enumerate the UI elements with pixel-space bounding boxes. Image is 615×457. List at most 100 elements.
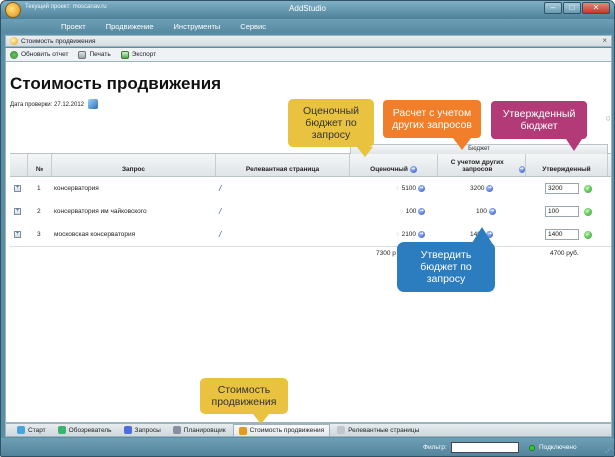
- with-others-arrow-icon[interactable]: ➜: [518, 166, 525, 173]
- document-tab-close-icon[interactable]: ×: [602, 36, 607, 45]
- row-query: консерватория: [54, 185, 99, 192]
- loading-icon: ◌: [400, 208, 404, 215]
- tab-scheduler[interactable]: Планировщик: [168, 424, 231, 436]
- tab-label: Стоимость продвижения: [249, 427, 325, 434]
- row-estimated: ◌ 5100 ➜: [396, 177, 426, 200]
- plus-icon[interactable]: +: [14, 231, 21, 238]
- row-approved: ✓: [545, 200, 592, 223]
- row-num: 3: [37, 231, 41, 238]
- apply-arrow-icon[interactable]: ➜: [418, 185, 426, 192]
- row-expand[interactable]: +: [14, 223, 21, 246]
- tab-label: Планировщик: [183, 426, 226, 434]
- approve-arrow-icon[interactable]: ➜: [488, 208, 496, 215]
- menu-bar: Проект Продвижение Инструменты Сервис: [1, 19, 614, 33]
- tab-label: Запросы: [134, 426, 161, 434]
- estimated-arrow-icon[interactable]: ➜: [409, 166, 417, 173]
- printer-icon: [78, 50, 87, 59]
- export-button[interactable]: Экспорт: [120, 50, 157, 59]
- window-controls: – □ ✕: [544, 2, 610, 14]
- callout-with-others: Расчет с учетом других запросов: [383, 100, 481, 138]
- row-estimated-value: 5100: [401, 185, 417, 192]
- row-with-others-value: 3200: [470, 185, 485, 192]
- check-icon[interactable]: ✓: [584, 184, 592, 193]
- scheduler-icon: [172, 426, 181, 434]
- row-expand[interactable]: +: [14, 200, 21, 223]
- with-others-header-label: С учетом других запросов: [450, 159, 504, 173]
- callout-estimated-budget: Оценочный бюджет по запросу: [288, 99, 374, 147]
- check-icon[interactable]: ✓: [584, 230, 592, 239]
- title-bar[interactable]: Текущий проект: moscanav.ru AddStudio – …: [1, 1, 614, 19]
- tab-queries[interactable]: Запросы: [119, 424, 166, 436]
- row-query: консерватория им чайковского: [54, 208, 147, 215]
- tab-relevant-pages[interactable]: Релевантные страницы: [332, 424, 424, 436]
- plus-icon[interactable]: +: [14, 208, 21, 215]
- toolbar: Обновить отчет Печать Экспорт: [5, 48, 612, 61]
- document-tab-label[interactable]: Стоимость продвижения: [21, 38, 96, 45]
- app-window: Текущий проект: moscanav.ru AddStudio – …: [0, 0, 615, 457]
- app-logo-icon[interactable]: [5, 2, 21, 18]
- filter-label: Фильтр:: [423, 444, 447, 451]
- approved-budget-input[interactable]: [545, 183, 579, 194]
- cost-icon: [238, 426, 247, 435]
- callout-approve-action: Утвердить бюджет по запросу: [397, 242, 495, 292]
- tab-cost[interactable]: Стоимость продвижения: [232, 424, 331, 436]
- total-approved: 4700 руб.: [550, 250, 579, 257]
- row-page-link[interactable]: /: [219, 177, 221, 200]
- menu-promotion[interactable]: Продвижение: [106, 22, 154, 31]
- row-with-others: 3200 ➜: [470, 177, 494, 200]
- table-row[interactable]: + 2 консерватория им чайковского / ◌ 100…: [10, 200, 611, 223]
- cost-table: Бюджет № Запрос Релевантная страница Оце…: [10, 144, 611, 260]
- approved-budget-input[interactable]: [545, 206, 579, 217]
- close-button[interactable]: ✕: [582, 2, 610, 14]
- check-icon[interactable]: ✓: [584, 207, 592, 216]
- page-title: Стоимость продвижения: [10, 74, 222, 93]
- start-icon: [17, 426, 25, 434]
- page-column-header[interactable]: Релевантная страница: [216, 154, 350, 177]
- row-num: 2: [37, 208, 41, 215]
- menu-project[interactable]: Проект: [61, 22, 86, 31]
- refresh-report-label: Обновить отчет: [21, 51, 69, 58]
- loading-icon: ◌: [396, 185, 400, 192]
- callout-tail: [566, 139, 582, 151]
- callout-cost-tab: Стоимость продвижения: [200, 378, 288, 414]
- apply-arrow-icon[interactable]: ➜: [418, 208, 426, 215]
- menu-tools[interactable]: Инструменты: [174, 22, 221, 31]
- resize-grip-icon[interactable]: ⋰: [605, 447, 611, 454]
- query-column-header[interactable]: Запрос: [52, 154, 216, 177]
- filter-input[interactable]: [451, 442, 519, 453]
- callout-tail: [472, 227, 492, 243]
- row-approved: ✓: [545, 177, 592, 200]
- callout-approved-budget: Утвержденный бюджет: [491, 101, 587, 139]
- maximize-button[interactable]: □: [563, 2, 581, 14]
- row-expand[interactable]: +: [14, 177, 21, 200]
- table-row[interactable]: + 3 московская консерватория / ◌ 2100 ➜ …: [10, 223, 611, 246]
- export-label: Экспорт: [131, 51, 157, 58]
- cost-icon: [10, 37, 18, 45]
- queries-icon: [123, 426, 132, 434]
- num-column-header[interactable]: №: [28, 154, 52, 177]
- tab-start[interactable]: Старт: [12, 424, 51, 436]
- table-row[interactable]: + 1 консерватория / ◌ 5100 ➜ 3200 ➜ ✓: [10, 177, 611, 200]
- tab-label: Релевантные страницы: [348, 426, 420, 434]
- tab-label: Обозреватель: [68, 426, 112, 434]
- with-others-column-header[interactable]: С учетом других запросов ➜: [438, 154, 526, 177]
- menu-service[interactable]: Сервис: [240, 22, 266, 31]
- print-button[interactable]: Печать: [78, 50, 111, 59]
- refresh-report-button[interactable]: Обновить отчет: [10, 50, 69, 59]
- approve-arrow-icon[interactable]: ➜: [486, 185, 494, 192]
- approved-budget-input[interactable]: [545, 229, 579, 240]
- estimated-column-header[interactable]: Оценочный ➜: [350, 154, 438, 177]
- tab-browser[interactable]: Обозреватель: [53, 424, 117, 436]
- apply-arrow-icon[interactable]: ➜: [418, 231, 426, 238]
- check-date: Дата проверки: 27.12.2012: [10, 102, 85, 108]
- plus-icon[interactable]: +: [14, 185, 21, 192]
- row-page-link[interactable]: /: [219, 200, 221, 223]
- row-page-link[interactable]: /: [219, 223, 221, 246]
- estimated-header-label: Оценочный: [370, 166, 408, 173]
- approved-column-header[interactable]: Утвержденный: [526, 154, 608, 177]
- row-query: московская консерватория: [54, 231, 136, 238]
- calendar-refresh-icon[interactable]: [88, 99, 98, 109]
- search-icon[interactable]: ○: [606, 113, 611, 123]
- totals-row: 7300 р 4700 руб.: [10, 246, 611, 260]
- minimize-button[interactable]: –: [544, 2, 562, 14]
